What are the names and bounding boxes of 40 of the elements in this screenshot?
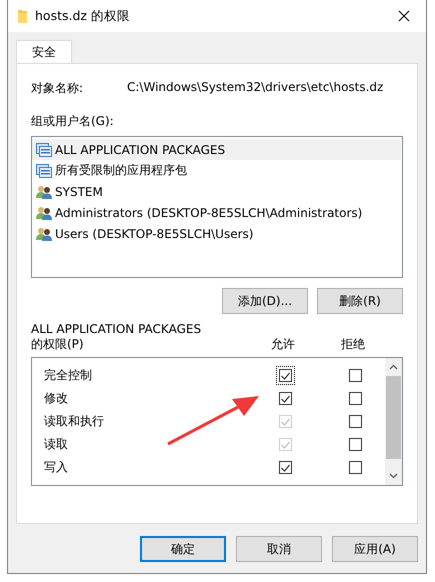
list-action-button[interactable]: 删除(R) bbox=[317, 288, 403, 314]
list-action-button[interactable]: 添加(D)... bbox=[222, 288, 308, 314]
dialog-button[interactable]: 取消 bbox=[236, 536, 322, 562]
users-icon bbox=[36, 206, 52, 220]
close-icon bbox=[398, 10, 410, 22]
folder-icon bbox=[18, 9, 27, 23]
permission-subtitle: 的权限(P) bbox=[31, 336, 85, 353]
checkbox[interactable] bbox=[349, 461, 362, 474]
users-icon bbox=[36, 226, 52, 240]
group-list-item[interactable]: ALL APPLICATION PACKAGES bbox=[32, 139, 401, 160]
checkbox[interactable] bbox=[349, 392, 362, 405]
group-list-item[interactable]: 所有受限制的应用程序包 bbox=[32, 160, 401, 181]
checkbox[interactable] bbox=[349, 415, 362, 428]
users-icon bbox=[36, 184, 52, 198]
checkbox[interactable] bbox=[279, 392, 292, 405]
group-list-item[interactable]: Users (DESKTOP-8E5SLCH\Users) bbox=[32, 223, 401, 244]
permission-name: 写入 bbox=[43, 459, 69, 476]
dialog-button[interactable]: 确定 bbox=[140, 536, 226, 562]
object-path: C:\Windows\System32\drivers\etc\hosts.dz bbox=[127, 80, 384, 96]
checkbox[interactable] bbox=[349, 369, 362, 382]
scrollbar[interactable] bbox=[385, 358, 402, 485]
package-icon bbox=[36, 164, 52, 178]
deny-header: 拒绝 bbox=[341, 336, 366, 353]
group-list-label: 组或用户名(G): bbox=[31, 113, 115, 130]
checkbox[interactable] bbox=[279, 369, 292, 382]
tab[interactable]: 安全 bbox=[16, 40, 72, 64]
permission-title: ALL APPLICATION PACKAGES bbox=[31, 322, 202, 336]
group-list-item[interactable]: SYSTEM bbox=[32, 181, 401, 202]
object-name-label: 对象名称: bbox=[31, 80, 84, 97]
permission-name: 读取 bbox=[43, 436, 69, 453]
permission-name: 完全控制 bbox=[43, 367, 93, 384]
group-list-item[interactable]: Administrators (DESKTOP-8E5SLCH\Administrators) bbox=[32, 202, 401, 223]
permission-name: 读取和执行 bbox=[43, 413, 105, 430]
dialog-button[interactable]: 应用(A) bbox=[332, 536, 418, 562]
checkbox[interactable] bbox=[279, 461, 292, 474]
permission-name: 修改 bbox=[43, 390, 69, 407]
allow-header: 允许 bbox=[271, 336, 296, 353]
window-title: hosts.dz 的权限 bbox=[35, 8, 131, 24]
checkbox[interactable] bbox=[349, 438, 362, 451]
package-icon bbox=[36, 142, 52, 156]
